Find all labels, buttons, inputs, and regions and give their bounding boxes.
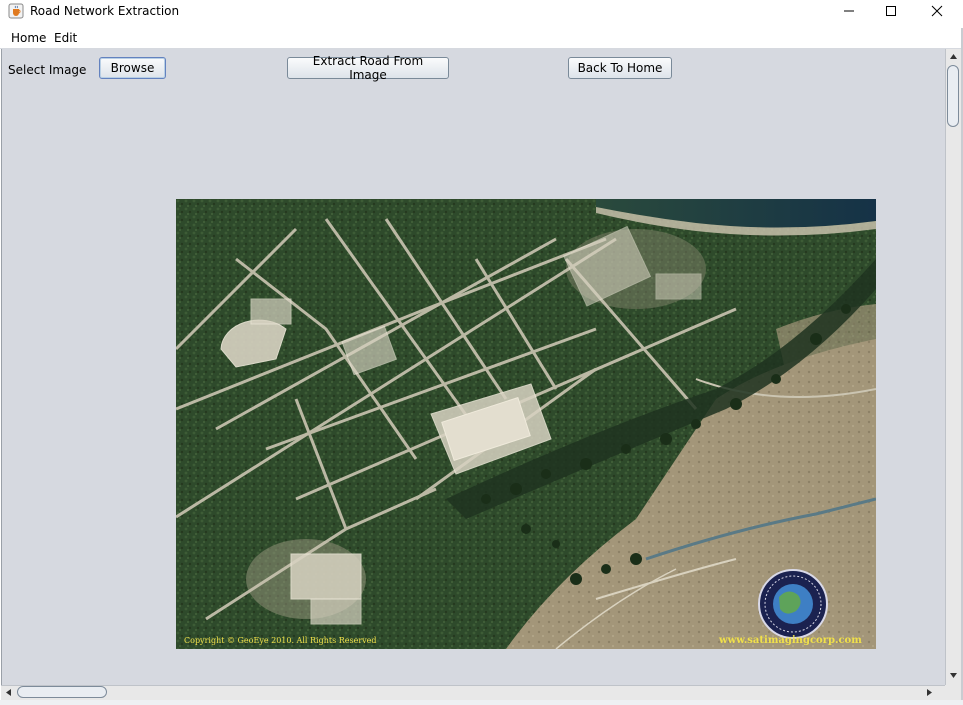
title-bar: Road Network Extraction bbox=[0, 0, 963, 28]
vertical-scroll-thumb[interactable] bbox=[947, 65, 959, 127]
horizontal-scroll-thumb[interactable] bbox=[17, 686, 107, 698]
vertical-scrollbar[interactable] bbox=[945, 49, 961, 685]
minimize-icon bbox=[844, 10, 854, 12]
url-watermark: www.satimagingcorp.com bbox=[718, 635, 862, 646]
menu-edit[interactable]: Edit bbox=[54, 31, 77, 45]
menu-home[interactable]: Home bbox=[11, 31, 46, 45]
scroll-right-arrow-icon[interactable] bbox=[925, 688, 934, 697]
window-bottom-edge bbox=[0, 700, 963, 705]
scrollbar-corner bbox=[945, 685, 961, 700]
extract-road-button[interactable]: Extract Road From Image bbox=[287, 54, 449, 82]
back-to-home-button[interactable]: Back To Home bbox=[568, 57, 672, 79]
close-button[interactable] bbox=[914, 0, 960, 22]
scroll-down-arrow-icon[interactable] bbox=[949, 671, 958, 680]
satellite-image: Copyright © GeoEye 2010. All Rights Rese… bbox=[176, 199, 876, 649]
maximize-button[interactable] bbox=[868, 0, 914, 22]
scroll-left-arrow-icon[interactable] bbox=[4, 688, 13, 697]
satellite-image-graphic: Copyright © GeoEye 2010. All Rights Rese… bbox=[176, 199, 876, 649]
main-panel: Select Image Browse Extract Road From Im… bbox=[1, 49, 946, 685]
java-cup-icon bbox=[8, 3, 24, 19]
select-image-label: Select Image bbox=[8, 63, 87, 77]
copyright-watermark: Copyright © GeoEye 2010. All Rights Rese… bbox=[184, 636, 377, 645]
maximize-icon bbox=[886, 6, 896, 16]
window-title: Road Network Extraction bbox=[30, 4, 180, 18]
minimize-button[interactable] bbox=[826, 0, 872, 22]
close-icon bbox=[931, 5, 943, 17]
satellite-imaging-logo bbox=[758, 569, 828, 639]
browse-button[interactable]: Browse bbox=[99, 57, 166, 79]
menu-bar: Home Edit bbox=[0, 28, 963, 49]
scroll-up-arrow-icon[interactable] bbox=[949, 52, 958, 61]
horizontal-scrollbar[interactable] bbox=[1, 685, 945, 700]
